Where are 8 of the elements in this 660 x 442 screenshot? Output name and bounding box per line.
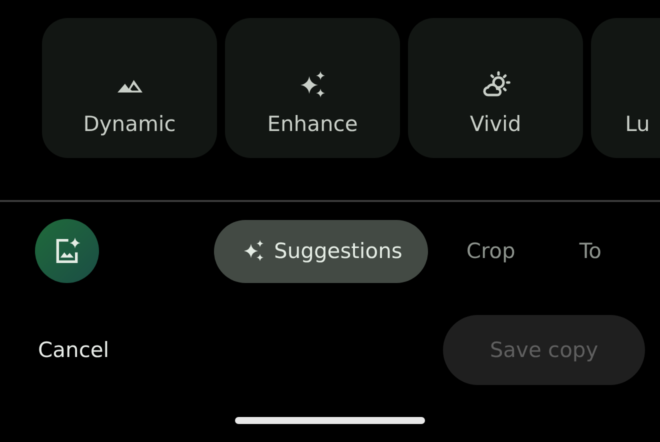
tab[interactable]: To bbox=[553, 220, 628, 282]
tab[interactable]: Crop bbox=[440, 220, 542, 282]
preset-card[interactable]: Enhance bbox=[225, 18, 400, 158]
preset-card[interactable]: Dynamic bbox=[42, 18, 217, 158]
cancel-button[interactable]: Cancel bbox=[38, 338, 110, 362]
preset-card[interactable]: Vivid bbox=[408, 18, 583, 158]
preset-card[interactable]: Lu bbox=[591, 18, 660, 158]
tab[interactable]: Suggestions bbox=[214, 220, 428, 282]
